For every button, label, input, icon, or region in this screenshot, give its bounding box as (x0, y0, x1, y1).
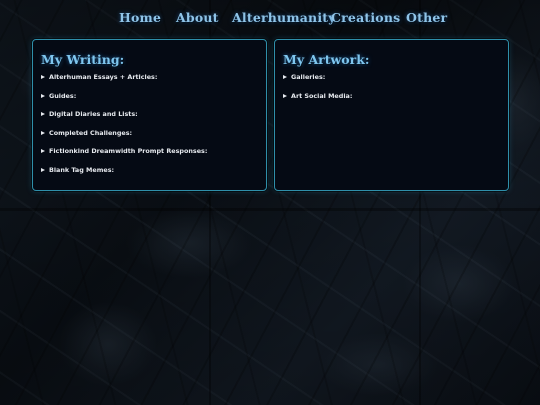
disclosure-triangle-icon (283, 93, 287, 98)
disclosure-triangle-icon (41, 130, 45, 135)
list-item-label: Blank Tag Memes: (49, 165, 115, 174)
writing-item-challenges[interactable]: Completed Challenges: (41, 129, 207, 148)
writing-list: Alterhuman Essays + Articles: Guides: Di… (41, 73, 207, 185)
writing-item-essays[interactable]: Alterhuman Essays + Articles: (41, 73, 207, 92)
artwork-panel-title: My Artwork: (283, 52, 370, 67)
nav-alterhumanity-link[interactable]: Alterhumanity (232, 10, 336, 25)
artwork-list: Galleries: Art Social Media: (283, 73, 352, 110)
list-item-label: Art Social Media: (291, 91, 353, 100)
artwork-item-social[interactable]: Art Social Media: (283, 92, 352, 111)
list-item-label: Completed Challenges: (49, 128, 133, 137)
list-item-label: Digital Diaries and Lists: (49, 110, 138, 119)
disclosure-triangle-icon (41, 93, 45, 98)
artwork-panel: My Artwork: Galleries: Art Social Media: (274, 39, 509, 191)
nav-about-link[interactable]: About (176, 10, 219, 25)
writing-item-prompts[interactable]: Fictionkind Dreamwidth Prompt Responses: (41, 147, 207, 166)
disclosure-triangle-icon (41, 149, 45, 154)
writing-panel: My Writing: Alterhuman Essays + Articles… (32, 39, 267, 191)
top-nav: Home About Alterhumanity Creations Other (0, 10, 540, 32)
writing-item-guides[interactable]: Guides: (41, 92, 207, 111)
artwork-item-galleries[interactable]: Galleries: (283, 73, 352, 92)
list-item-label: Alterhuman Essays + Articles: (49, 73, 158, 81)
nav-home-link[interactable]: Home (119, 10, 161, 25)
writing-panel-title: My Writing: (41, 52, 125, 67)
disclosure-triangle-icon (41, 167, 45, 172)
disclosure-triangle-icon (41, 75, 45, 79)
disclosure-triangle-icon (41, 112, 45, 117)
writing-item-diaries[interactable]: Digital Diaries and Lists: (41, 110, 207, 129)
list-item-label: Guides: (49, 91, 77, 100)
list-item-label: Galleries: (291, 73, 326, 81)
nav-other-link[interactable]: Other (406, 10, 447, 25)
writing-item-memes[interactable]: Blank Tag Memes: (41, 166, 207, 185)
disclosure-triangle-icon (283, 75, 287, 79)
nav-creations-link[interactable]: Creations (331, 10, 400, 25)
list-item-label: Fictionkind Dreamwidth Prompt Responses: (49, 147, 208, 156)
